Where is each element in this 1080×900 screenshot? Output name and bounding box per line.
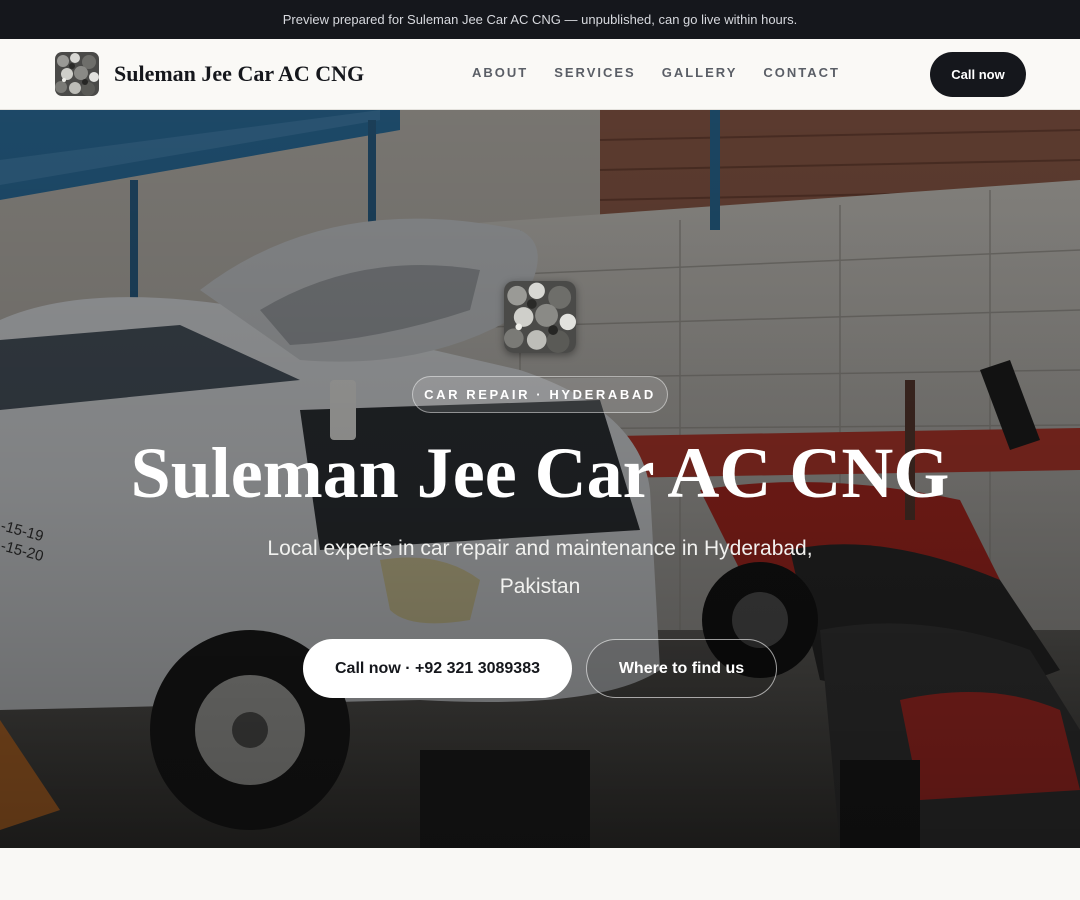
nav-link-gallery[interactable]: GALLERY bbox=[662, 65, 738, 80]
nav-link-services[interactable]: SERVICES bbox=[554, 65, 636, 80]
header-call-button[interactable]: Call now bbox=[930, 52, 1026, 97]
hero-content: CAR REPAIR · HYDERABAD Suleman Jee Car A… bbox=[0, 110, 1080, 848]
hero-location-button[interactable]: Where to find us bbox=[586, 639, 777, 698]
brand-name: Suleman Jee Car AC CNG bbox=[114, 61, 365, 86]
site-header: Suleman Jee Car AC CNG ABOUT SERVICES GA… bbox=[0, 39, 1080, 110]
nav-link-contact[interactable]: CONTACT bbox=[763, 65, 840, 80]
hero-call-button[interactable]: Call now · +92 321 3089383 bbox=[303, 639, 572, 698]
hero-title: Suleman Jee Car AC CNG bbox=[130, 433, 950, 513]
brand[interactable]: Suleman Jee Car AC CNG bbox=[55, 52, 364, 96]
nav-link-about[interactable]: ABOUT bbox=[472, 65, 528, 80]
hero-subtitle: Local experts in car repair and maintena… bbox=[267, 537, 813, 598]
hero-logo-icon bbox=[504, 281, 576, 353]
next-section bbox=[0, 848, 1080, 900]
announcement-text: Preview prepared for Suleman Jee Car AC … bbox=[282, 12, 798, 27]
hero-section: -15-19 -15-20 bbox=[0, 110, 1080, 848]
hero-eyebrow-badge: CAR REPAIR · HYDERABAD bbox=[412, 376, 668, 413]
main-nav: ABOUT SERVICES GALLERY CONTACT bbox=[472, 65, 866, 80]
brand-logo-icon bbox=[55, 52, 99, 96]
announcement-bar: Preview prepared for Suleman Jee Car AC … bbox=[0, 0, 1080, 39]
